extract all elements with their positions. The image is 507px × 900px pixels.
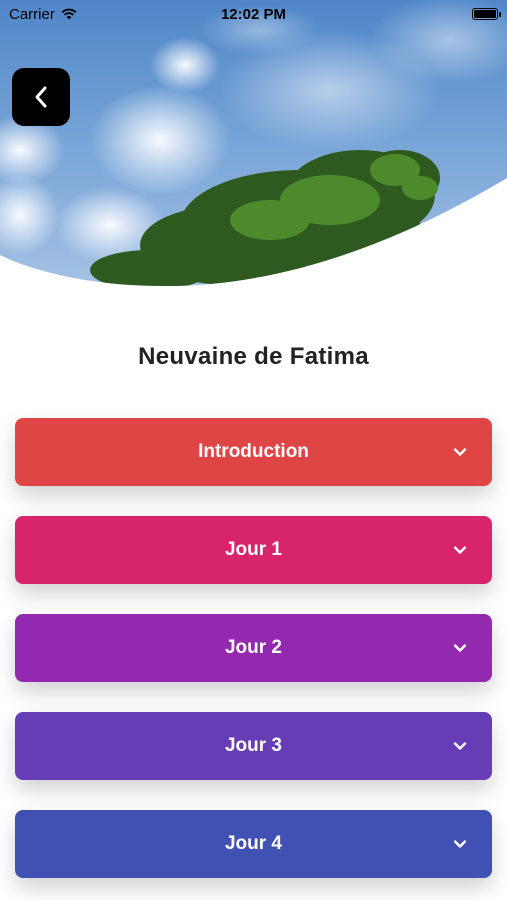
section-label: Jour 4 [224, 833, 283, 854]
section-label: Introduction [198, 441, 309, 462]
header-image [0, 0, 507, 300]
chevron-down-icon [453, 644, 467, 652]
section-label: Jour 3 [224, 735, 283, 756]
chevron-left-icon [35, 86, 47, 108]
chevron-down-icon [453, 448, 467, 456]
section-jour-3[interactable]: Jour 3 [15, 712, 492, 780]
section-label: Jour 1 [224, 539, 283, 560]
back-button[interactable] [12, 68, 70, 126]
chevron-down-icon [453, 742, 467, 750]
status-time: 12:02 PM [220, 6, 287, 23]
section-introduction[interactable]: Introduction [15, 418, 492, 486]
section-label: Jour 2 [224, 637, 283, 658]
chevron-down-icon [453, 840, 467, 848]
section-jour-4[interactable]: Jour 4 [15, 810, 492, 878]
chevron-down-icon [453, 546, 467, 554]
section-jour-2[interactable]: Jour 2 [15, 614, 492, 682]
page-title: Neuvaine de Fatima [138, 343, 369, 370]
section-jour-1[interactable]: Jour 1 [15, 516, 492, 584]
sky-tree-photo [0, 0, 507, 287]
